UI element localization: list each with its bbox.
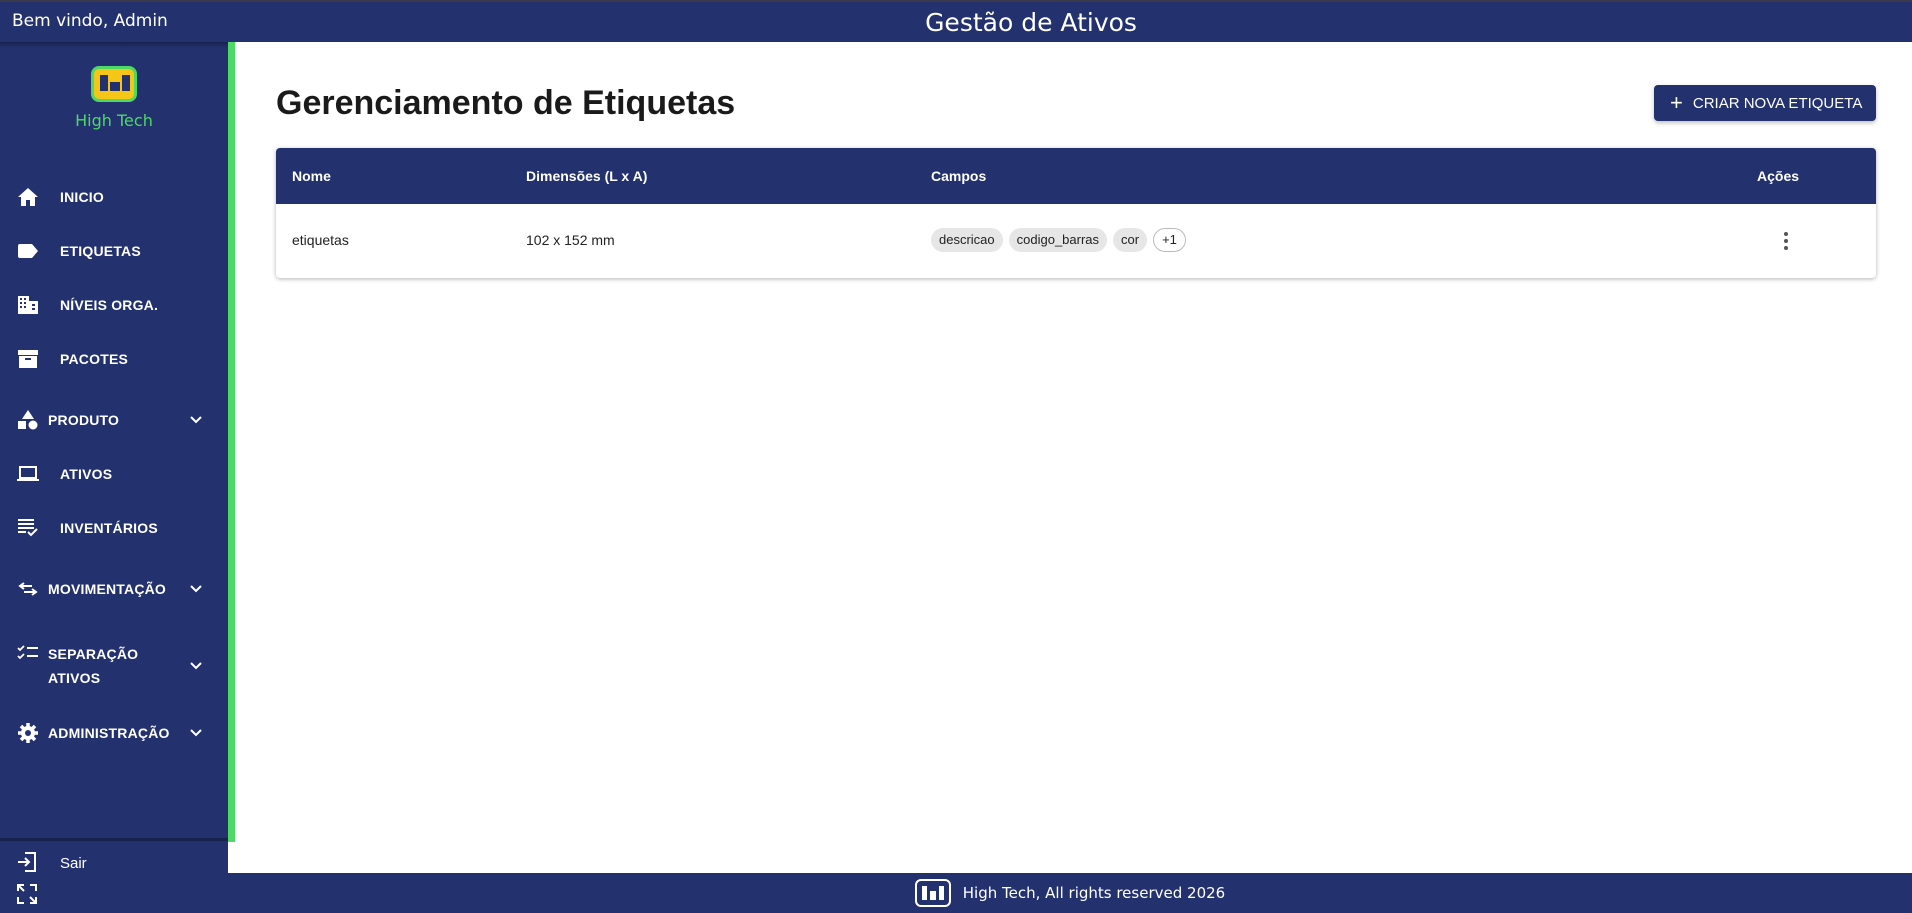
footer: High Tech, All rights reserved 2026 <box>228 873 1912 913</box>
list-check-icon <box>17 517 39 539</box>
brand-logo[interactable]: High Tech <box>0 66 228 130</box>
sidebar-item-label: SEPARAÇÃO <box>48 646 139 662</box>
sidebar-item-label: PRODUTO <box>48 412 120 428</box>
brand-name: High Tech <box>75 111 153 130</box>
sidebar-item-niveis-orga[interactable]: NÍVEIS ORGA. <box>0 285 228 325</box>
home-icon <box>17 186 39 208</box>
gear-icon <box>17 722 39 744</box>
logout-label: Sair <box>60 855 87 872</box>
create-label-button[interactable]: + CRIAR NOVA ETIQUETA <box>1654 85 1876 121</box>
archive-icon <box>17 348 39 370</box>
labels-table: Nome Dimensões (L x A) Campos Ações etiq… <box>276 148 1876 278</box>
label-icon <box>17 240 39 262</box>
sidebar-item-label: ADMINISTRAÇÃO <box>48 725 170 741</box>
column-header-campos[interactable]: Campos <box>931 168 986 184</box>
table-row[interactable]: etiquetas 102 x 152 mm descricao codigo_… <box>276 204 1876 278</box>
chevron-down-icon[interactable] <box>188 581 204 597</box>
brand-logo-mark <box>91 66 137 102</box>
chevron-down-icon[interactable] <box>188 412 204 428</box>
sidebar-item-label: ETIQUETAS <box>60 243 141 259</box>
create-label-button-text: CRIAR NOVA ETIQUETA <box>1692 94 1863 112</box>
chevron-down-icon[interactable] <box>188 658 204 674</box>
sidebar-item-ativos[interactable]: ATIVOS <box>0 454 228 494</box>
top-bar: Bem vindo, Admin Gestão de Ativos <box>0 0 1912 42</box>
field-chip: descricao <box>931 228 1003 252</box>
sidebar-shadow <box>0 42 228 48</box>
cell-nome: etiquetas <box>292 232 349 248</box>
swap-icon <box>17 578 39 600</box>
page-title: Gerenciamento de Etiquetas <box>276 84 736 122</box>
sidebar: High Tech INICIO ETIQUETAS NÍVEIS ORGA. … <box>0 42 228 887</box>
field-chip: cor <box>1113 228 1148 252</box>
sidebar-item-label: INVENTÁRIOS <box>60 520 158 536</box>
sidebar-item-inventarios[interactable]: INVENTÁRIOS <box>0 508 228 548</box>
fullscreen-icon[interactable] <box>17 884 37 904</box>
shapes-icon <box>17 409 39 431</box>
sidebar-item-label: PACOTES <box>60 351 129 367</box>
sidebar-item-inicio[interactable]: INICIO <box>0 177 228 217</box>
footer-copyright: High Tech, All rights reserved 2026 <box>962 884 1226 902</box>
more-vert-icon[interactable] <box>1776 230 1796 252</box>
chevron-down-icon[interactable] <box>188 725 204 741</box>
app-title: Gestão de Ativos <box>925 8 1137 37</box>
sidebar-item-pacotes[interactable]: PACOTES <box>0 339 228 379</box>
more-fields-chip[interactable]: +1 <box>1153 228 1186 252</box>
sidebar-item-label: ATIVOS <box>48 670 101 686</box>
field-chip: codigo_barras <box>1008 228 1108 252</box>
sidebar-item-label: ATIVOS <box>60 466 113 482</box>
laptop-icon <box>17 463 39 485</box>
footer-logo-icon <box>914 879 951 907</box>
sidebar-item-etiquetas[interactable]: ETIQUETAS <box>0 231 228 271</box>
sidebar-item-label: NÍVEIS ORGA. <box>60 297 159 313</box>
sidebar-item-movimentacao[interactable]: MOVIMENTAÇÃO <box>0 569 228 609</box>
sidebar-item-label: INICIO <box>60 189 104 205</box>
column-header-nome[interactable]: Nome <box>292 168 331 184</box>
checklist-icon <box>17 642 39 664</box>
plus-icon: + <box>1670 90 1683 115</box>
cell-campos: descricao codigo_barras cor +1 <box>931 228 1192 252</box>
sidebar-item-label: MOVIMENTAÇÃO <box>48 581 167 597</box>
sidebar-item-produto[interactable]: PRODUTO <box>0 400 228 440</box>
cell-dimensoes: 102 x 152 mm <box>526 232 615 248</box>
sidebar-item-administracao[interactable]: ADMINISTRAÇÃO <box>0 713 228 753</box>
sidebar-item-separacao-ativos[interactable]: SEPARAÇÃO ATIVOS <box>0 640 228 692</box>
sidebar-accent-bar <box>228 42 235 842</box>
column-header-dimensoes[interactable]: Dimensões (L x A) <box>526 168 647 184</box>
building-icon <box>17 294 39 316</box>
table-header: Nome Dimensões (L x A) Campos Ações <box>276 148 1876 204</box>
column-header-acoes: Ações <box>1757 168 1800 184</box>
